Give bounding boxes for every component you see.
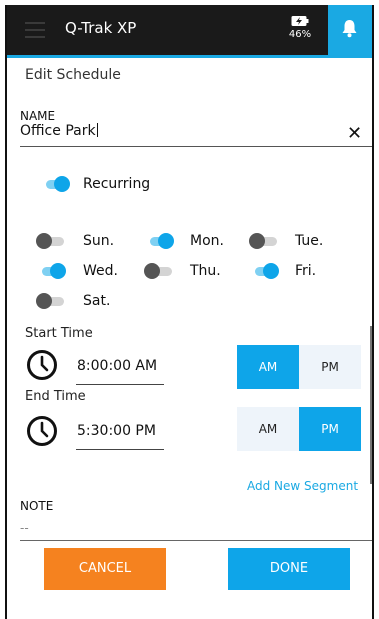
start-time-underline [76, 384, 164, 385]
note-underline [20, 540, 372, 541]
day-toggle-sat[interactable] [36, 293, 66, 309]
day-label-sat: Sat. [83, 293, 111, 309]
text-cursor [96, 123, 98, 137]
name-underline [20, 146, 372, 147]
day-label-thu: Thu. [190, 263, 221, 279]
end-pm-button[interactable]: PM [299, 407, 361, 451]
start-time-label: Start Time [25, 326, 93, 341]
day-label-tue: Tue. [295, 233, 324, 249]
add-new-segment-link[interactable]: Add New Segment [247, 479, 358, 493]
end-ampm-toggle: AM PM [237, 407, 361, 451]
clear-icon[interactable]: ✕ [347, 125, 362, 143]
start-time-input[interactable]: 8:00:00 AM [77, 358, 157, 374]
name-input-text: Office Park [20, 123, 96, 139]
app-frame: Q-Trak XP 46% Edit Schedule NAME Office … [5, 5, 374, 619]
notifications-button[interactable] [328, 5, 372, 55]
bell-icon [342, 20, 357, 38]
day-label-fri: Fri. [295, 263, 317, 279]
recurring-label: Recurring [83, 176, 151, 192]
start-pm-button[interactable]: PM [299, 345, 361, 389]
end-time-input[interactable]: 5:30:00 PM [77, 423, 156, 439]
start-ampm-toggle: AM PM [237, 345, 361, 389]
day-label-mon: Mon. [190, 233, 224, 249]
note-input[interactable]: -- [20, 521, 29, 535]
note-label: NOTE [20, 499, 54, 513]
day-toggle-thu[interactable] [144, 263, 174, 279]
end-am-button[interactable]: AM [237, 407, 299, 451]
day-label-sun: Sun. [83, 233, 115, 249]
start-am-button[interactable]: AM [237, 345, 299, 389]
battery-charging-icon [291, 16, 309, 26]
day-label-wed: Wed. [83, 263, 118, 279]
scrollbar[interactable] [370, 326, 372, 484]
cancel-button[interactable]: CANCEL [44, 548, 166, 590]
day-toggle-tue[interactable] [249, 233, 279, 249]
app-title: Q-Trak XP [65, 19, 137, 37]
clock-icon[interactable] [26, 415, 58, 447]
recurring-toggle[interactable] [40, 176, 70, 192]
day-toggle-mon[interactable] [144, 233, 174, 249]
battery-indicator: 46% [283, 15, 317, 40]
day-toggle-sun[interactable] [36, 233, 66, 249]
end-time-underline [76, 449, 164, 450]
day-toggle-fri[interactable] [249, 263, 279, 279]
battery-percent: 46% [288, 29, 312, 40]
name-label: NAME [20, 109, 56, 123]
day-toggle-wed[interactable] [36, 263, 66, 279]
end-time-label: End Time [25, 389, 86, 404]
clock-icon[interactable] [26, 349, 58, 381]
top-bar: Q-Trak XP 46% [7, 5, 372, 55]
done-button[interactable]: DONE [228, 548, 350, 590]
screen-title: Edit Schedule [25, 67, 121, 83]
name-input[interactable]: Office Park [20, 123, 98, 139]
header-accent-line [7, 55, 372, 58]
hamburger-icon[interactable] [25, 22, 45, 38]
